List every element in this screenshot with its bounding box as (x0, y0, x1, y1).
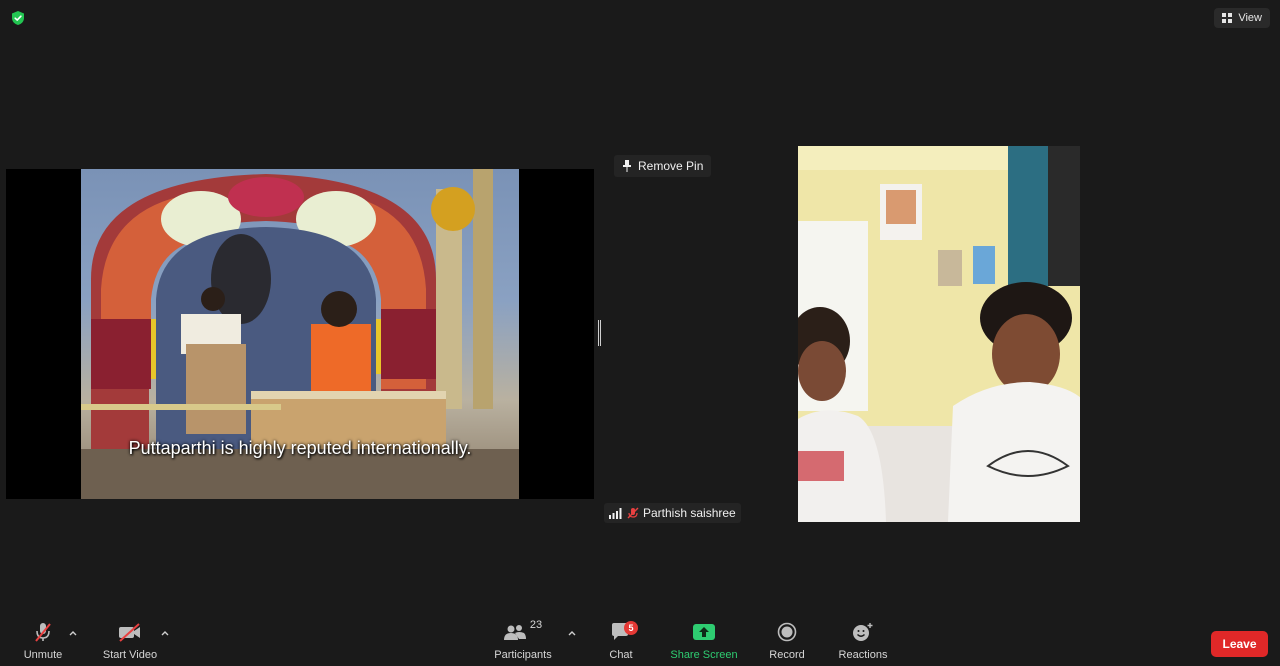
muted-mic-icon (627, 507, 639, 519)
video-options-chevron-up-icon[interactable] (160, 628, 170, 638)
record-label: Record (769, 649, 805, 661)
share-screen-icon (693, 624, 715, 640)
participants-count: 23 (529, 619, 543, 631)
participants-options-chevron-up-icon[interactable] (567, 628, 577, 638)
start-video-label: Start Video (102, 649, 158, 661)
participant-name: Parthish saishree (643, 506, 736, 520)
meeting-toolbar: Unmute Start Video 23 Participants 5 Cha… (0, 618, 1280, 666)
view-button[interactable]: View (1214, 8, 1270, 28)
reactions-button[interactable]: Reactions (836, 618, 890, 666)
record-button[interactable]: Record (766, 618, 808, 666)
grid-view-icon (1222, 13, 1233, 23)
participants-button[interactable]: 23 Participants (492, 618, 554, 666)
signal-strength-icon (609, 507, 622, 519)
participant-video-tile[interactable] (798, 146, 1080, 522)
start-video-button[interactable]: Start Video (100, 618, 160, 666)
view-label: View (1238, 12, 1262, 24)
video-caption: Puttaparthi is highly reputed internatio… (128, 438, 472, 458)
leave-meeting-button[interactable]: Leave (1211, 631, 1268, 657)
record-icon (777, 622, 797, 642)
participant-video-image (798, 146, 1080, 522)
share-screen-label: Share Screen (670, 649, 738, 661)
reactions-smiley-icon (853, 623, 873, 641)
reactions-label: Reactions (838, 649, 888, 661)
audio-options-chevron-up-icon[interactable] (68, 628, 78, 638)
chat-unread-badge: 5 (624, 621, 638, 635)
muted-mic-icon (35, 623, 51, 642)
panel-resize-handle[interactable] (598, 320, 601, 346)
shared-screen-panel: Puttaparthi is highly reputed internatio… (6, 169, 594, 499)
unmute-button[interactable]: Unmute (20, 618, 66, 666)
shared-video-frame: Puttaparthi is highly reputed internatio… (81, 169, 519, 499)
remove-pin-button[interactable]: Remove Pin (614, 155, 712, 177)
participants-icon (503, 625, 526, 640)
participants-label: Participants (494, 649, 552, 661)
video-off-icon (119, 623, 140, 642)
security-shield-icon[interactable] (10, 10, 26, 26)
share-screen-button[interactable]: Share Screen (670, 618, 738, 666)
chat-label: Chat (609, 649, 633, 661)
pin-icon (623, 160, 631, 172)
remove-pin-label: Remove Pin (638, 159, 704, 173)
chat-button[interactable]: 5 Chat (604, 618, 638, 666)
participant-name-tag: Parthish saishree (604, 503, 741, 523)
unmute-label: Unmute (23, 649, 63, 661)
